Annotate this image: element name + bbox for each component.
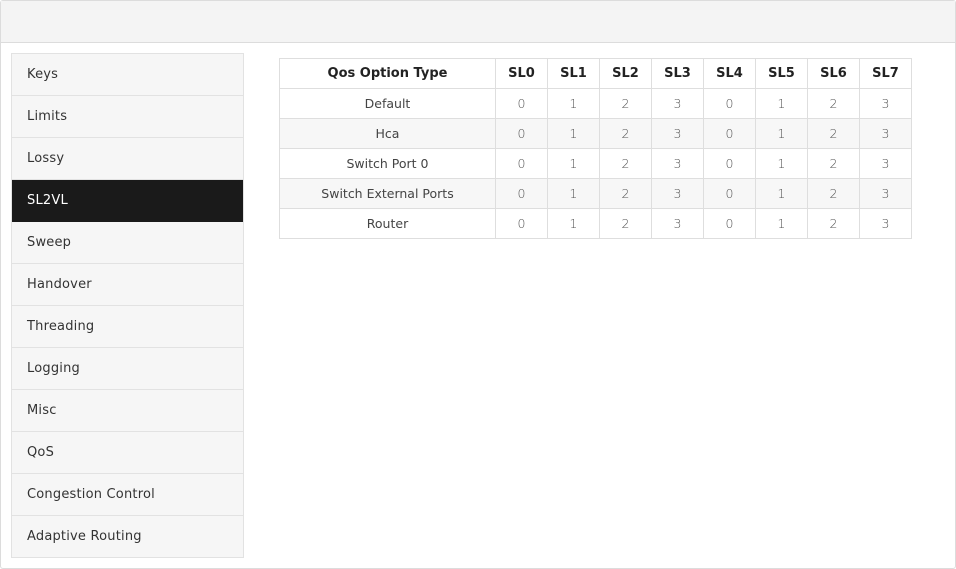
sl-value-cell: 1 [547, 208, 600, 239]
sl-value-cell: 2 [807, 88, 860, 119]
sl-value-cell: 3 [859, 178, 912, 209]
sl-value-cell: 3 [859, 208, 912, 239]
sl-value-cell: 3 [859, 148, 912, 179]
table-row: Hca 0 1 2 3 0 1 2 3 [279, 118, 912, 149]
sl-value-cell: 2 [807, 118, 860, 149]
sidebar-item-lossy[interactable]: Lossy [12, 138, 243, 180]
sidebar-item-label: Congestion Control [27, 487, 155, 502]
sl-value-cell: 1 [755, 148, 808, 179]
sl-value-cell: 0 [703, 148, 756, 179]
column-header-sl3: SL3 [651, 58, 704, 89]
sl-value-cell: 2 [599, 178, 652, 209]
sl-value-cell: 3 [859, 118, 912, 149]
sl-value-cell: 2 [807, 148, 860, 179]
qos-option-type-cell: Switch Port 0 [279, 148, 496, 179]
sidebar-item-label: SL2VL [27, 193, 68, 208]
sl-value-cell: 0 [703, 208, 756, 239]
sl-value-cell: 0 [703, 178, 756, 209]
sidebar-item-label: QoS [27, 445, 55, 460]
sl-value-cell: 0 [703, 118, 756, 149]
sidebar-item-misc[interactable]: Misc [12, 390, 243, 432]
sidebar-item-label: Adaptive Routing [27, 529, 142, 544]
sl-value-cell: 1 [547, 88, 600, 119]
qos-option-type-cell: Hca [279, 118, 496, 149]
sl-value-cell: 3 [651, 118, 704, 149]
sidebar-item-label: Handover [27, 277, 92, 292]
sl-value-cell: 2 [599, 208, 652, 239]
sidebar-item-keys[interactable]: Keys [12, 54, 243, 96]
sl-value-cell: 2 [599, 88, 652, 119]
column-header-sl2: SL2 [599, 58, 652, 89]
sl-value-cell: 3 [651, 88, 704, 119]
sl-value-cell: 1 [755, 88, 808, 119]
column-header-qos-option-type: Qos Option Type [279, 58, 496, 89]
column-header-sl4: SL4 [703, 58, 756, 89]
sl-value-cell: 0 [495, 208, 548, 239]
qos-option-type-cell: Switch External Ports [279, 178, 496, 209]
column-header-sl5: SL5 [755, 58, 808, 89]
sidebar-item-handover[interactable]: Handover [12, 264, 243, 306]
sl-value-cell: 2 [599, 118, 652, 149]
sidebar-item-label: Logging [27, 361, 80, 376]
sl-value-cell: 3 [651, 148, 704, 179]
sidebar-nav: Keys Limits Lossy SL2VL Sweep Handover Threadi… [11, 53, 244, 558]
sl2vl-table: Qos Option Type SL0 SL1 SL2 SL3 SL4 SL5 SL6 SL7 … [279, 58, 912, 239]
sl-value-cell: 0 [495, 118, 548, 149]
qos-option-type-cell: Default [279, 88, 496, 119]
sidebar-item-label: Lossy [27, 151, 65, 166]
sl-value-cell: 1 [755, 118, 808, 149]
sl-value-cell: 1 [755, 178, 808, 209]
sidebar-item-sl2vl[interactable]: SL2VL [12, 180, 243, 222]
sl-value-cell: 1 [755, 208, 808, 239]
qos-option-type-cell: Router [279, 208, 496, 239]
column-header-sl7: SL7 [859, 58, 912, 89]
sidebar-item-threading[interactable]: Threading [12, 306, 243, 348]
column-header-sl6: SL6 [807, 58, 860, 89]
sl-value-cell: 1 [547, 118, 600, 149]
sidebar-item-label: Sweep [27, 235, 72, 250]
table-row: Switch External Ports 0 1 2 3 0 1 2 3 [279, 178, 912, 209]
sl-value-cell: 0 [495, 178, 548, 209]
sidebar-item-qos[interactable]: QoS [12, 432, 243, 474]
table-row: Default 0 1 2 3 0 1 2 3 [279, 88, 912, 119]
sl-value-cell: 3 [859, 88, 912, 119]
sl-value-cell: 0 [495, 148, 548, 179]
sidebar-item-sweep[interactable]: Sweep [12, 222, 243, 264]
sl-value-cell: 3 [651, 178, 704, 209]
sidebar-item-logging[interactable]: Logging [12, 348, 243, 390]
sidebar-item-congestion-control[interactable]: Congestion Control [12, 474, 243, 516]
sidebar-item-label: Limits [27, 109, 68, 124]
table-header-row: Qos Option Type SL0 SL1 SL2 SL3 SL4 SL5 SL6 SL7 [279, 58, 912, 89]
sidebar-item-label: Misc [27, 403, 57, 418]
sidebar-item-label: Threading [27, 319, 95, 334]
column-header-sl0: SL0 [495, 58, 548, 89]
sl-value-cell: 0 [495, 88, 548, 119]
sidebar-item-limits[interactable]: Limits [12, 96, 243, 138]
sl-value-cell: 2 [807, 178, 860, 209]
sl-value-cell: 0 [703, 88, 756, 119]
table-row: Switch Port 001230123 [279, 148, 912, 179]
sl-value-cell: 2 [807, 208, 860, 239]
sl-value-cell: 1 [547, 178, 600, 209]
table-row: Router 0 1 2 3 0 1 2 3 [279, 208, 912, 239]
sl-value-cell: 2 [599, 148, 652, 179]
sl-value-cell: 3 [651, 208, 704, 239]
sidebar-item-adaptive-routing[interactable]: Adaptive Routing [12, 516, 243, 557]
panel-header [1, 1, 955, 43]
column-header-sl1: SL1 [547, 58, 600, 89]
sl-value-cell: 1 [547, 148, 600, 179]
sidebar-item-label: Keys [27, 67, 59, 82]
